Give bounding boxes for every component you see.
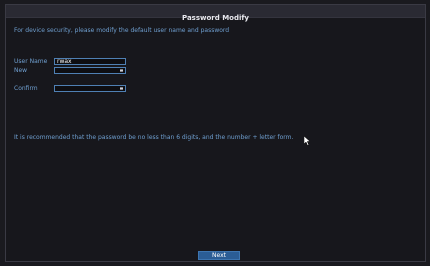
new-password-field[interactable] [54,66,126,74]
confirm-password-field[interactable] [54,84,126,92]
next-button[interactable]: Next [198,251,240,260]
password-hint-text: It is recommended that the password be n… [14,134,294,141]
keyboard-icon[interactable] [120,86,123,90]
mouse-cursor-icon [304,136,311,146]
confirm-password-row: Confirm [14,84,126,92]
username-label: User Name [14,57,48,65]
title-bar: Password Modify [6,5,425,22]
intro-text: For device security, please modify the d… [14,27,230,34]
username-field[interactable]: rwax [54,57,126,65]
new-password-label: New [14,66,28,74]
username-row: User Name rwax [14,57,126,65]
password-modify-dialog: Password Modify For device security, ple… [5,4,426,262]
dialog-title: Password Modify [182,14,249,22]
new-password-row: New [14,66,126,74]
confirm-password-label: Confirm [14,84,38,92]
keyboard-icon[interactable] [120,68,123,72]
